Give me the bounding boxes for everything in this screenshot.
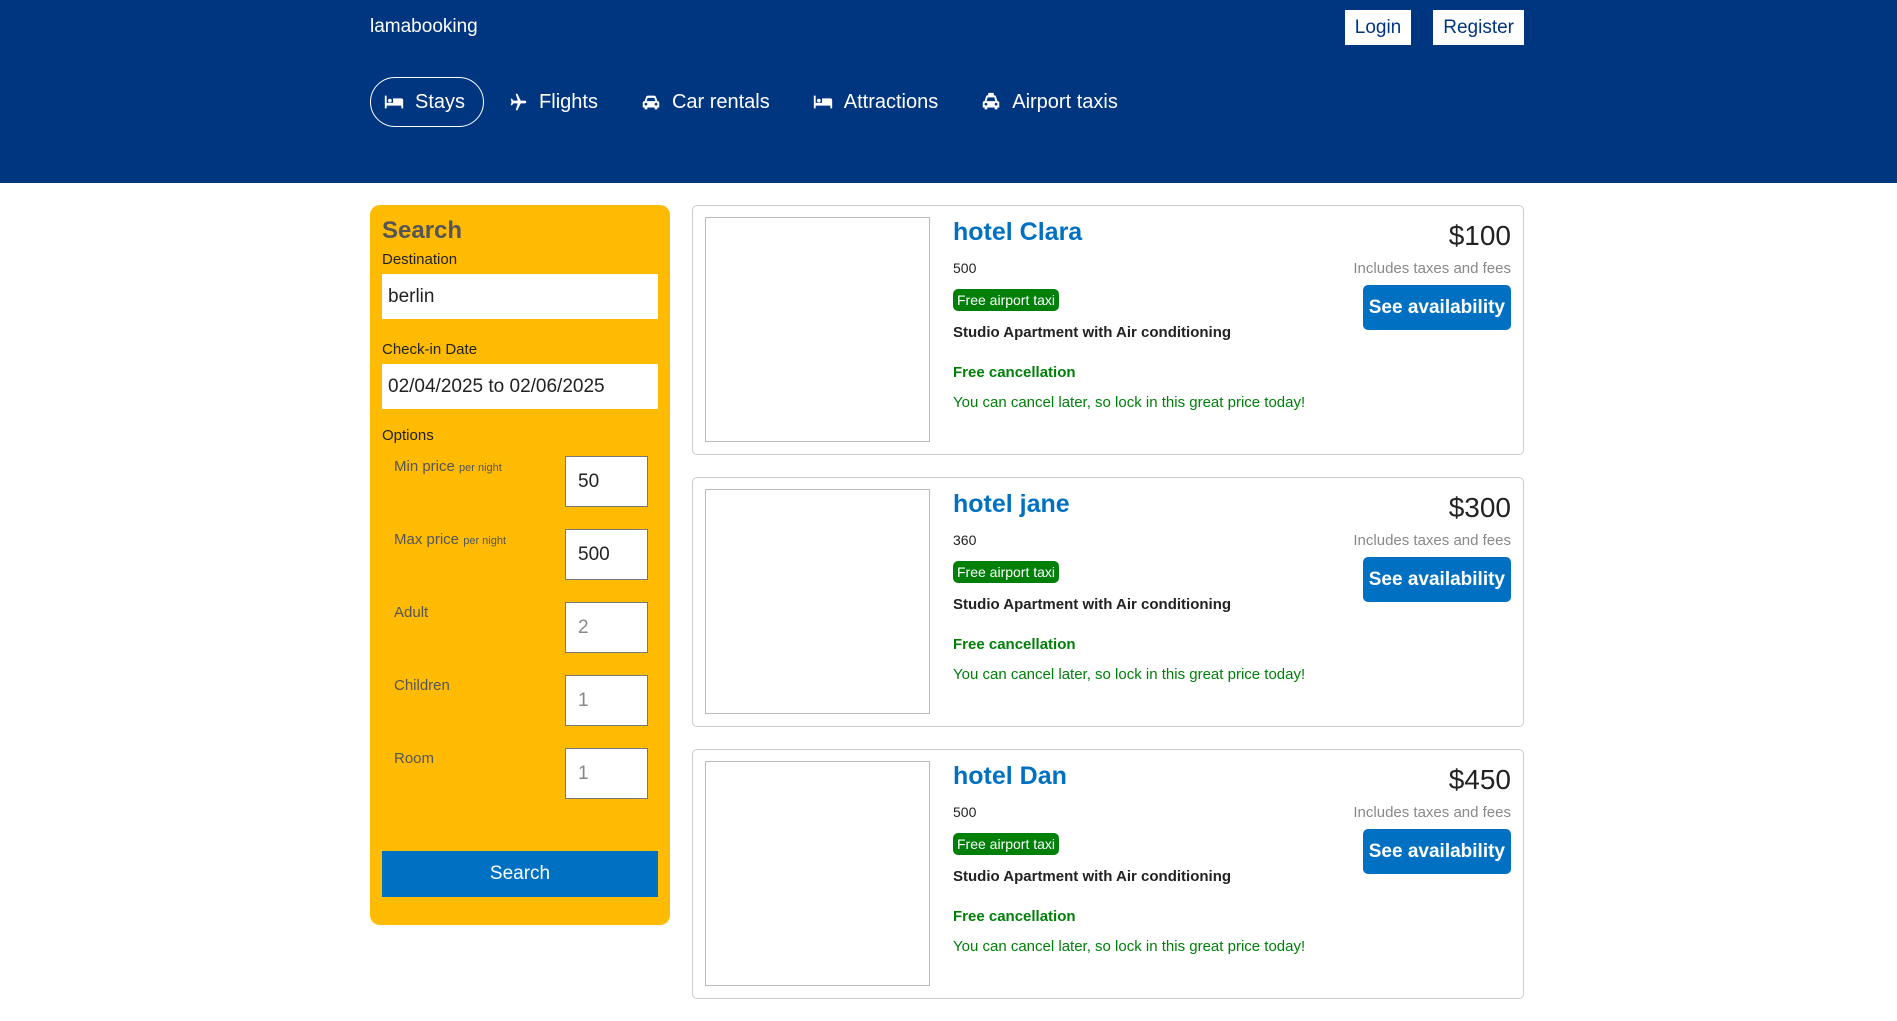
login-button[interactable]: Login [1344, 10, 1412, 45]
logo[interactable]: lamabooking [370, 16, 478, 38]
max-price-label: Max price per night [394, 531, 506, 548]
room-label: Room [394, 750, 435, 767]
cancel-title: Free cancellation [953, 364, 1076, 381]
register-button[interactable]: Register [1433, 10, 1524, 45]
top-header: lamabooking Login Register Stays Flights… [0, 0, 1897, 183]
hotel-price: $100 [1448, 220, 1511, 251]
tax-note: Includes taxes and fees [1353, 260, 1511, 277]
taxi-icon [982, 92, 1000, 110]
hotel-distance: 360 [953, 532, 977, 548]
see-availability-button[interactable]: See availability [1362, 557, 1511, 602]
hotel-name[interactable]: hotel jane [953, 490, 1070, 519]
bed-icon [384, 95, 404, 109]
tax-note: Includes taxes and fees [1353, 804, 1511, 821]
cancel-subtitle: You can cancel later, so lock in this gr… [953, 666, 1306, 683]
children-label: Children [394, 677, 450, 694]
hotel-image [705, 217, 930, 442]
category-tabs: Stays Flights Car rentals Attractions Ai… [370, 77, 1137, 127]
checkin-label: Check-in Date [382, 341, 478, 358]
hotel-card: hotel Dan 500 Free airport taxi Studio A… [692, 749, 1524, 999]
main-content: Search Destination berlin Check-in Date … [370, 205, 1524, 999]
tab-airport-taxis[interactable]: Airport taxis [967, 77, 1137, 127]
min-price-label: Min price per night [394, 458, 502, 475]
tab-label: Stays [415, 90, 466, 113]
adult-label: Adult [394, 604, 429, 621]
children-input[interactable]: 1 [565, 675, 648, 726]
search-title: Search [382, 217, 463, 244]
tab-label: Attractions [843, 90, 939, 113]
bed-icon [813, 95, 832, 109]
cancel-title: Free cancellation [953, 908, 1076, 925]
hotel-name[interactable]: hotel Dan [953, 762, 1067, 791]
option-room: Room 1 [382, 748, 658, 821]
hotel-image [705, 761, 930, 986]
min-price-unit: per night [459, 462, 502, 474]
taxi-badge: Free airport taxi [953, 289, 1060, 311]
cancel-title: Free cancellation [953, 636, 1076, 653]
hotel-distance: 500 [953, 260, 977, 276]
hotel-distance: 500 [953, 804, 977, 820]
destination-input[interactable]: berlin [382, 274, 658, 319]
results-list: hotel Clara 500 Free airport taxi Studio… [692, 205, 1524, 1021]
plane-icon [510, 93, 527, 111]
hotel-name[interactable]: hotel Clara [953, 218, 1082, 247]
cancel-subtitle: You can cancel later, so lock in this gr… [953, 394, 1306, 411]
see-availability-button[interactable]: See availability [1362, 285, 1511, 330]
adult-input[interactable]: 2 [565, 602, 648, 653]
see-availability-button[interactable]: See availability [1362, 829, 1511, 874]
tax-note: Includes taxes and fees [1353, 532, 1511, 549]
search-panel: Search Destination berlin Check-in Date … [370, 205, 670, 925]
tab-attractions[interactable]: Attractions [799, 77, 957, 127]
option-max-price: Max price per night 500 [382, 529, 658, 602]
hotel-description: Studio Apartment with Air conditioning [953, 324, 1232, 341]
tab-label: Flights [539, 90, 598, 113]
options-label: Options [382, 427, 434, 444]
hotel-description: Studio Apartment with Air conditioning [953, 596, 1232, 613]
max-price-input[interactable]: 500 [565, 529, 648, 580]
taxi-badge: Free airport taxi [953, 833, 1060, 855]
tab-label: Airport taxis [1012, 90, 1118, 113]
option-min-price: Min price per night 50 [382, 456, 658, 529]
hotel-card: hotel Clara 500 Free airport taxi Studio… [692, 205, 1524, 455]
taxi-badge: Free airport taxi [953, 561, 1060, 583]
search-button[interactable]: Search [382, 851, 658, 897]
tab-label: Car rentals [671, 90, 770, 113]
max-price-label-text: Max price [394, 531, 460, 548]
room-input[interactable]: 1 [565, 748, 648, 799]
auth-buttons: Login Register [1344, 10, 1524, 45]
car-icon [642, 95, 660, 110]
hotel-description: Studio Apartment with Air conditioning [953, 868, 1232, 885]
hotel-price: $300 [1448, 492, 1511, 523]
checkin-date-field[interactable]: 02/04/2025 to 02/06/2025 [382, 364, 658, 409]
option-children: Children 1 [382, 675, 658, 748]
destination-label: Destination [382, 251, 458, 268]
hotel-price: $450 [1448, 764, 1511, 795]
min-price-label-text: Min price [394, 458, 455, 475]
header-container: lamabooking Login Register Stays Flights… [370, 0, 1524, 183]
option-adult: Adult 2 [382, 602, 658, 675]
max-price-unit: per night [463, 535, 507, 547]
tab-car-rentals[interactable]: Car rentals [627, 77, 789, 127]
cancel-subtitle: You can cancel later, so lock in this gr… [953, 938, 1306, 955]
hotel-image [705, 489, 930, 714]
min-price-input[interactable]: 50 [565, 456, 648, 507]
tab-stays[interactable]: Stays [370, 77, 485, 127]
tab-flights[interactable]: Flights [494, 77, 617, 127]
hotel-card: hotel jane 360 Free airport taxi Studio … [692, 477, 1524, 727]
